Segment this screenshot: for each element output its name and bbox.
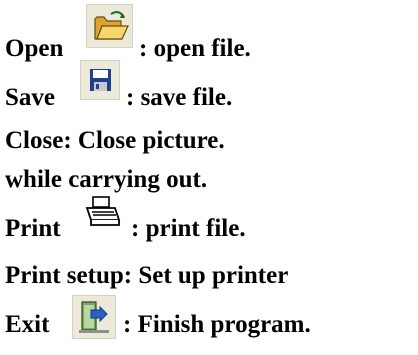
exit-desc-line: : Finish program. <box>123 310 311 340</box>
floppy-disk-icon <box>80 60 120 100</box>
exit-label: Exit <box>5 311 50 338</box>
print-setup-line: Print setup: Set up printer <box>5 261 288 291</box>
close-line: Close: Close picture. <box>5 126 225 156</box>
save-label: Save <box>5 84 55 111</box>
open-label: Open <box>5 35 64 62</box>
print-desc-line: : print file. <box>131 214 246 244</box>
open-line: Open <box>5 34 63 64</box>
exit-description: : Finish program. <box>123 311 311 338</box>
exit-line: Exit <box>5 310 49 340</box>
save-desc-line: : save file. <box>126 83 232 113</box>
open-description: : open file. <box>139 35 251 62</box>
exit-door-icon <box>72 295 116 339</box>
open-folder-icon <box>86 4 133 48</box>
while-text: while carrying out. <box>5 166 208 193</box>
print-label: Print <box>5 215 61 242</box>
close-text: Close: Close picture. <box>5 127 225 154</box>
printer-icon <box>83 194 123 230</box>
print-line: Print <box>5 214 61 244</box>
while-line: while carrying out. <box>5 165 207 195</box>
print-description: : print file. <box>131 215 246 242</box>
save-description: : save file. <box>126 84 233 111</box>
save-line: Save <box>5 83 55 113</box>
open-desc-line: : open file. <box>139 34 251 64</box>
print-setup-text: Print setup: Set up printer <box>5 262 289 289</box>
